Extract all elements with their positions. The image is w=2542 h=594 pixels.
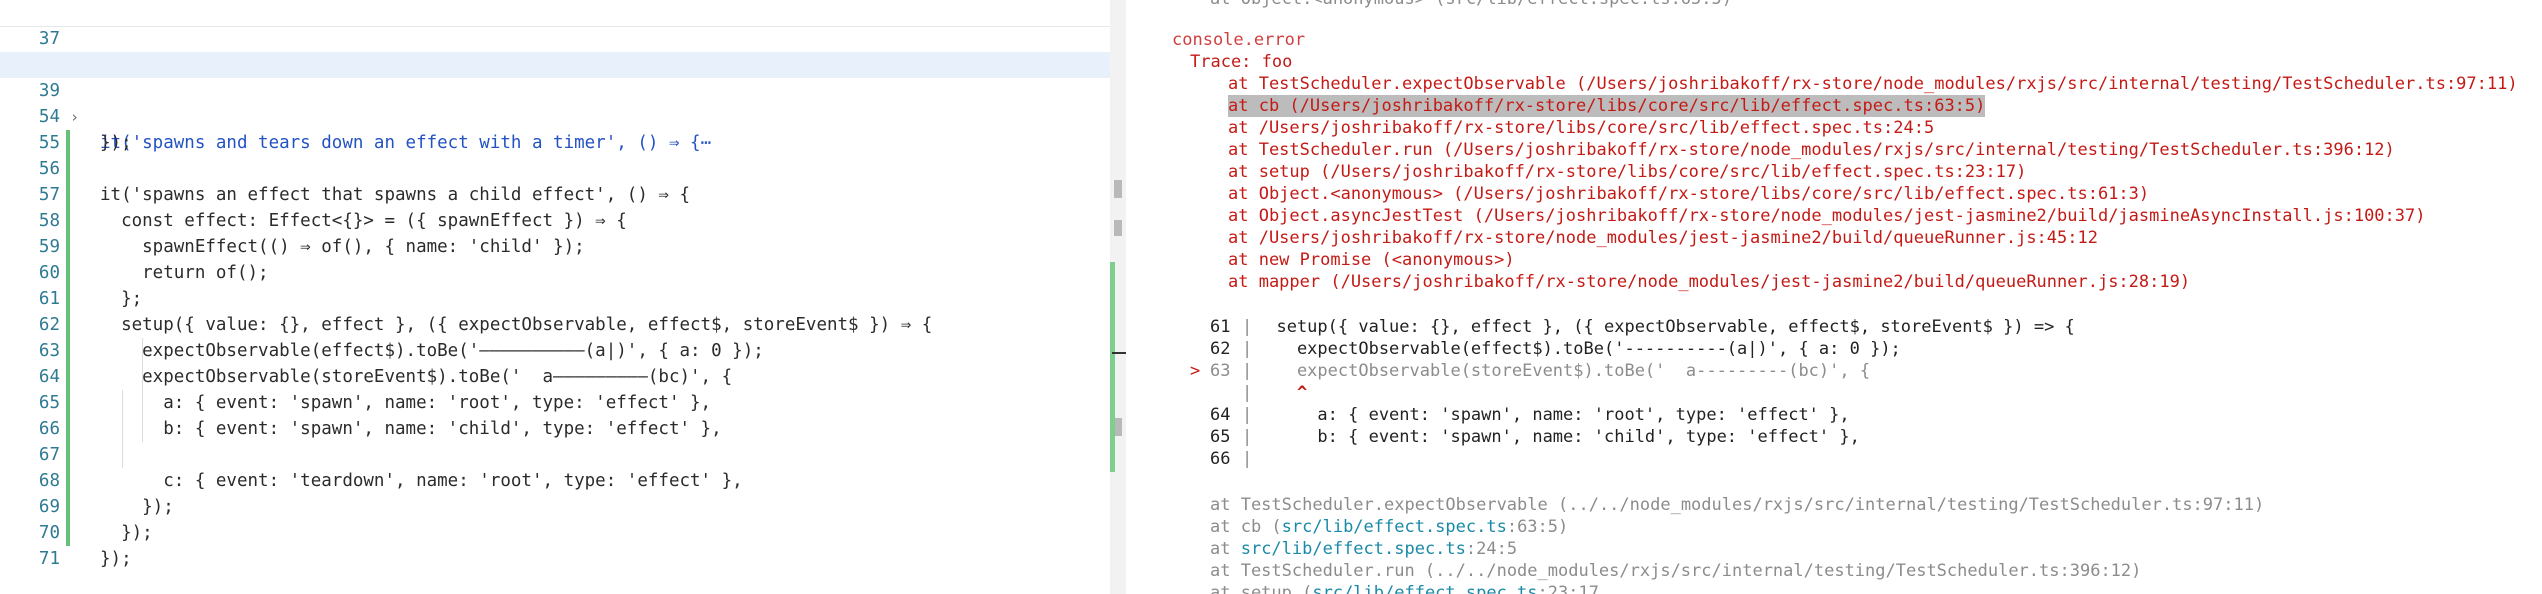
frame-code: ^ — [1256, 383, 1308, 403]
code-line[interactable]: 60 }; — [0, 234, 1110, 309]
relative-trace-line: at TestScheduler.expectObservable (../..… — [1210, 494, 2264, 516]
trace-prefix: at cb ( — [1210, 517, 1282, 537]
frame-gutter: | — [1242, 361, 1253, 381]
trace-suffix: :63:5) — [1506, 517, 1569, 537]
trace-line: at new Promise (<anonymous>) — [1228, 250, 1515, 270]
trace-line: at mapper (/Users/joshribakoff/rx-store/… — [1228, 272, 2191, 292]
error-label: console.error — [1172, 30, 1306, 50]
frame-code: b: { event: 'spawn', name: 'child', type… — [1256, 427, 1860, 447]
code-line[interactable]: 59 return of(); — [0, 208, 1110, 283]
resize-sash[interactable] — [1112, 352, 1126, 354]
code-line[interactable]: 58 spawnEffect(() ⇒ of(), { name: 'child… — [0, 182, 1110, 257]
frame-code: a: { event: 'spawn', name: 'root', type:… — [1256, 405, 1850, 425]
frame-code: setup({ value: {}, effect }, ({ expectOb… — [1256, 317, 2075, 337]
trace-line: at /Users/joshribakoff/rx-store/libs/cor… — [1228, 118, 1935, 138]
code-line[interactable]: 63 expectObservable(storeEvent$).toBe(' … — [0, 312, 1110, 387]
frame-line-number: 63 — [1210, 361, 1231, 381]
code-line[interactable]: 67 c: { event: 'teardown', name: 'root',… — [0, 416, 1110, 491]
trace-suffix: ) — [2131, 561, 2142, 581]
code-line[interactable]: 61 setup({ value: {}, effect }, ({ expec… — [0, 260, 1110, 335]
frame-line-number: 66 — [1210, 449, 1231, 469]
code-line[interactable]: 37 }); — [0, 0, 1110, 75]
frame-gutter: | — [1242, 317, 1253, 337]
trace-line: at TestScheduler.expectObservable (/User… — [1228, 74, 2518, 94]
code-line[interactable]: 69 }); — [0, 468, 1110, 543]
trace-line: at Object.<anonymous> (/Users/joshribako… — [1228, 184, 2150, 204]
frame-gutter: | — [1242, 449, 1253, 469]
trace-line: at Object.asyncJestTest (/Users/joshriba… — [1228, 206, 2426, 226]
code-line[interactable]: 71 — [0, 520, 1110, 569]
relative-trace-line: at cb (src/lib/effect.spec.ts:63:5) — [1210, 516, 1568, 538]
frame-gutter: | — [1242, 339, 1253, 359]
code-line[interactable]: 64 a: { event: 'spawn', name: 'root', ty… — [0, 338, 1110, 413]
code-line[interactable]: 57 const effect: Effect<{}> = ({ spawnEf… — [0, 156, 1110, 231]
code-line[interactable]: 70 }); — [0, 494, 1110, 569]
trace-path[interactable]: src/lib/effect.spec.ts — [1241, 539, 1466, 559]
code-line[interactable]: 62 expectObservable(effect$).toBe('–––––… — [0, 286, 1110, 361]
frame-line-number: 62 — [1210, 339, 1231, 359]
code-line[interactable]: 38 — [0, 26, 1110, 75]
scroll-marker — [1114, 220, 1122, 236]
scroll-change-marker — [1110, 262, 1115, 472]
error-marker-icon: > — [1190, 361, 1201, 381]
frame-code: expectObservable(storeEvent$).toBe(' a--… — [1256, 361, 1871, 381]
relative-trace-line: at TestScheduler.run (../../node_modules… — [1210, 560, 2141, 582]
frame-line-number: 65 — [1210, 427, 1231, 447]
indent-guide — [122, 390, 123, 468]
line-number: 71 — [38, 549, 60, 569]
trace-suffix: :23:17 — [1537, 583, 1599, 594]
trace-line: at cb (/Users/joshribakoff/rx-store/libs… — [1228, 95, 1986, 117]
relative-trace-line: at src/lib/effect.spec.ts:24:5 — [1210, 538, 1517, 560]
trace-path[interactable]: src/lib/effect.spec.ts — [1282, 517, 1507, 537]
frame-code: expectObservable(effect$).toBe('--------… — [1256, 339, 1901, 359]
trace-prefix: at TestScheduler.run ( — [1210, 561, 1436, 581]
trace-path[interactable]: ../../node_modules/rxjs/src/internal/tes… — [1568, 495, 2254, 515]
trace-title: Trace: foo — [1190, 52, 1293, 72]
trace-suffix: :24:5 — [1465, 539, 1518, 559]
code-line[interactable]: 55 — [0, 104, 1110, 153]
frame-gutter: | — [1242, 405, 1253, 425]
terminal-output[interactable]: at Object.<anonymous> (src/lib/effect.sp… — [1126, 0, 2542, 594]
code-line[interactable]: 68 }); — [0, 442, 1110, 517]
output-line: at Object.<anonymous> (src/lib/effect.sp… — [1210, 0, 1732, 10]
trace-suffix: ) — [2253, 495, 2265, 515]
trace-line: at /Users/joshribakoff/rx-store/node_mod… — [1228, 228, 2098, 248]
code-text: }); — [100, 549, 132, 569]
trace-prefix: at TestScheduler.expectObservable ( — [1210, 495, 1569, 515]
trace-prefix: at setup ( — [1210, 583, 1313, 594]
frame-line-number: 64 — [1210, 405, 1231, 425]
scroll-marker — [1114, 180, 1122, 198]
trace-prefix: at — [1210, 539, 1241, 559]
frame-gutter: | — [1242, 427, 1253, 447]
trace-path[interactable]: src/lib/effect.spec.ts — [1312, 583, 1537, 594]
relative-trace-line: at setup (src/lib/effect.spec.ts:23:17 — [1210, 582, 1599, 594]
trace-path[interactable]: ../../node_modules/rxjs/src/internal/tes… — [1435, 561, 2131, 581]
indent-guide — [142, 338, 143, 442]
code-editor[interactable]: 37 }); 38 39 › it('spawns and tears down… — [0, 0, 1110, 594]
code-line[interactable]: 54 }); — [0, 78, 1110, 153]
frame-line-number: 61 — [1210, 317, 1231, 337]
trace-line: at TestScheduler.run (/Users/joshribakof… — [1228, 140, 2395, 160]
trace-line: at setup (/Users/joshribakoff/rx-store/l… — [1228, 162, 2027, 182]
frame-gutter: | — [1242, 383, 1253, 403]
code-line[interactable]: 66 — [0, 390, 1110, 439]
scroll-marker — [1114, 418, 1122, 436]
code-line[interactable]: 56 it('spawns an effect that spawns a ch… — [0, 130, 1110, 205]
code-line[interactable]: 65 b: { event: 'spawn', name: 'child', t… — [0, 364, 1110, 439]
code-line-folded[interactable]: 39 › it('spawns and tears down an effect… — [0, 52, 1110, 153]
